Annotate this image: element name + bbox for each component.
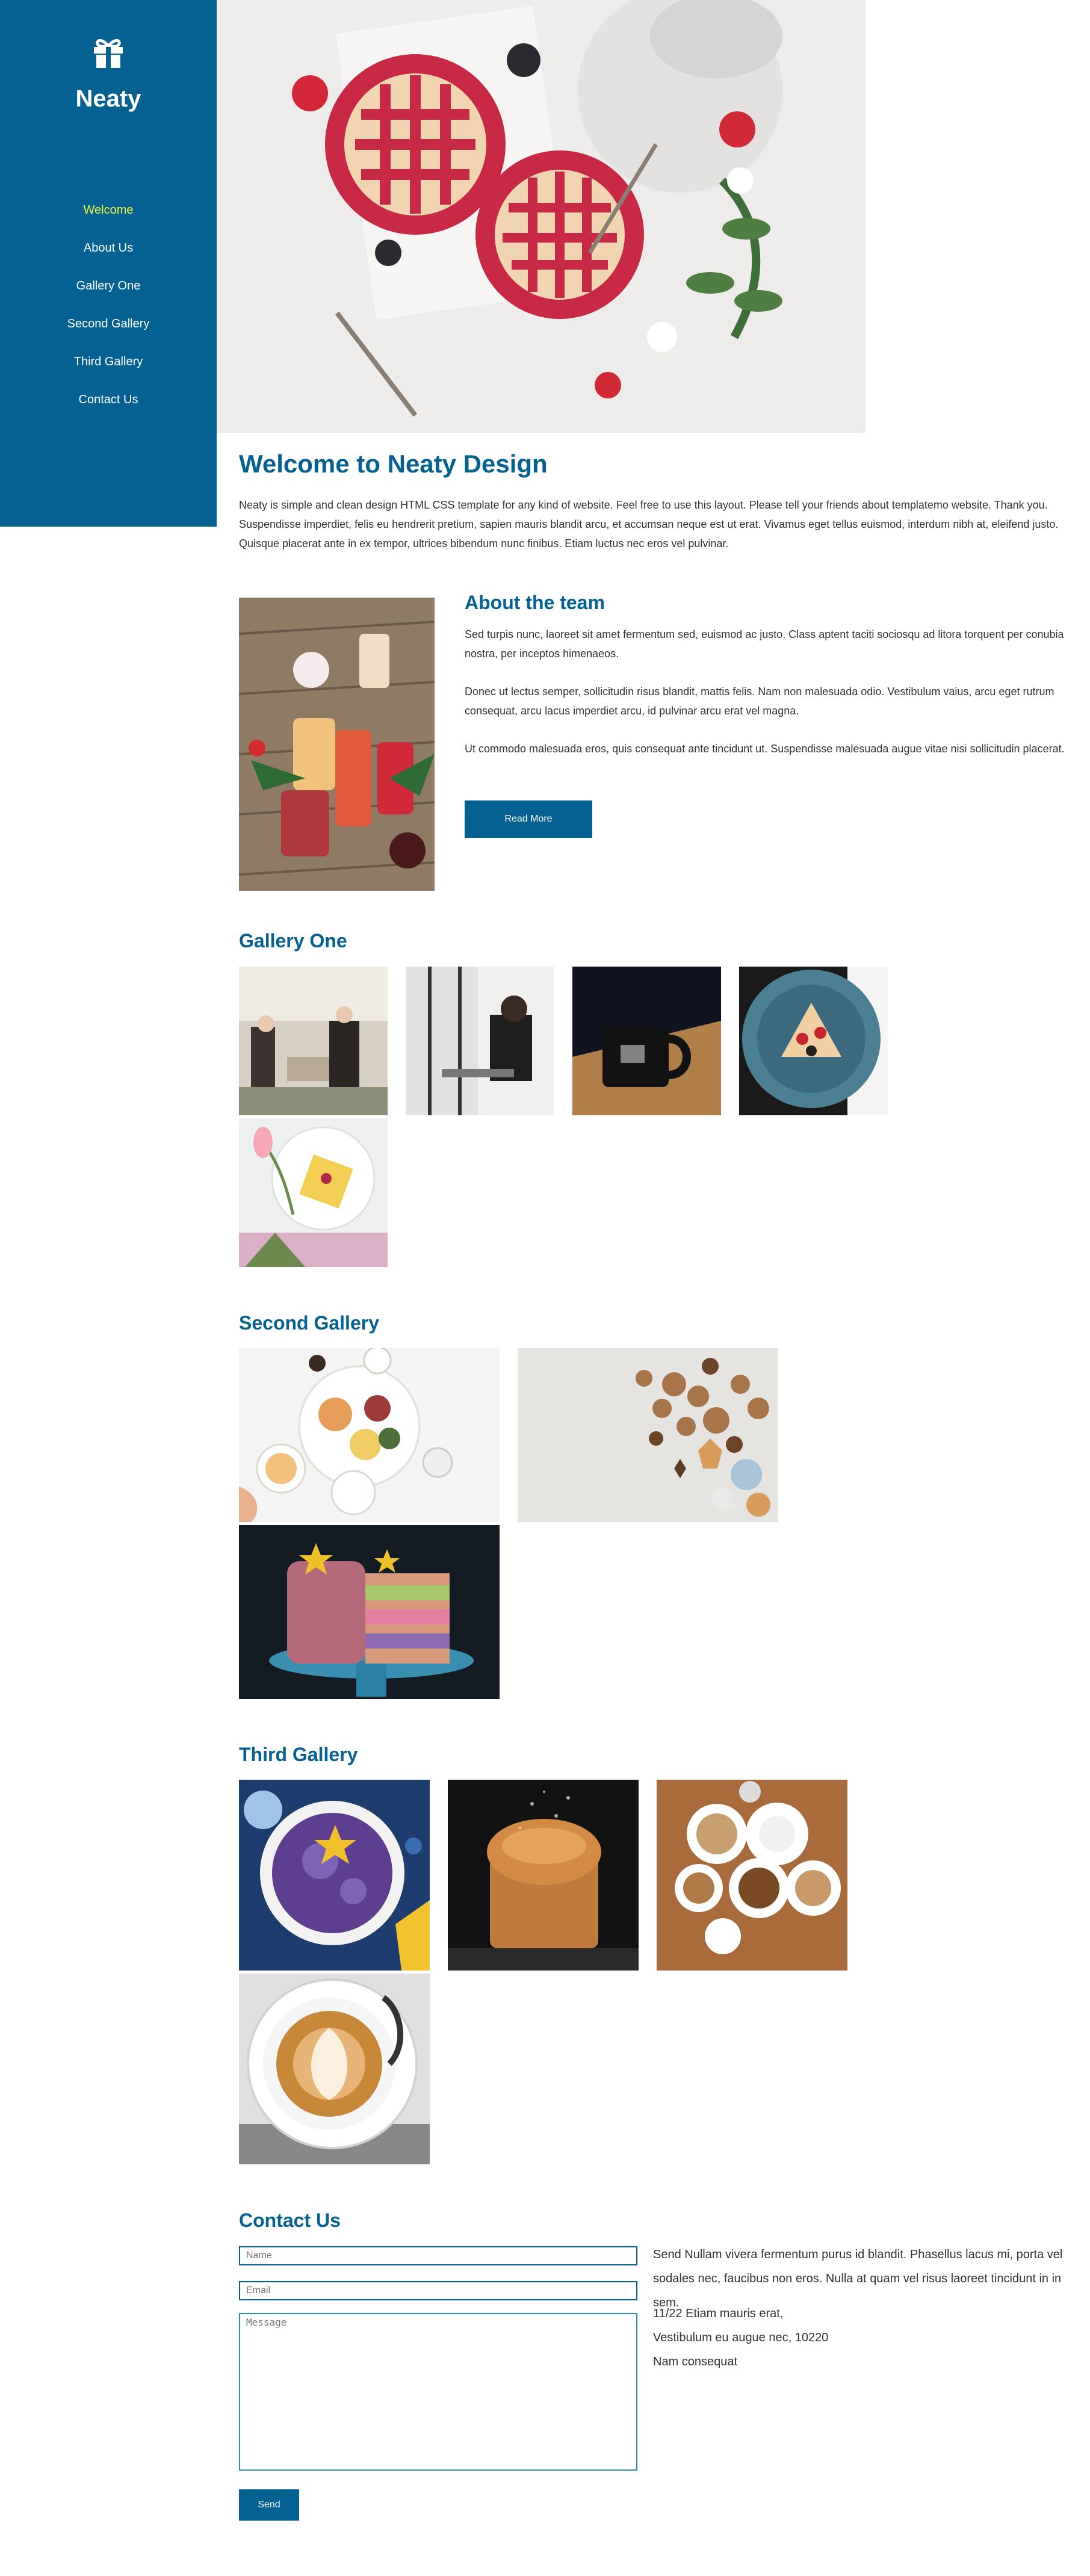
nav-item-second-gallery[interactable]: Second Gallery — [0, 314, 217, 352]
message-textarea[interactable] — [239, 2313, 637, 2471]
team-image — [239, 598, 435, 891]
about-paragraph-1: Sed turpis nunc, laoreet sit amet fermen… — [465, 628, 1064, 660]
gift-icon — [94, 39, 123, 68]
about-paragraph-2: Donec ut lectus semper, sollicitudin ris… — [465, 686, 1054, 717]
address-line-3: Nam consequat — [653, 2355, 738, 2368]
nav-item-contact-us[interactable]: Contact Us — [0, 390, 217, 428]
nav-item-about-us[interactable]: About Us — [0, 238, 217, 276]
gallery-two-title: Second Gallery — [239, 1312, 379, 1334]
gallery-one-image-5[interactable] — [239, 1118, 388, 1267]
read-more-button[interactable]: Read More — [465, 800, 592, 838]
nav-item-gallery-one[interactable]: Gallery One — [0, 276, 217, 314]
hero-image — [217, 0, 865, 433]
name-input[interactable] — [239, 2246, 637, 2265]
email-input[interactable] — [239, 2281, 637, 2300]
nav-item-welcome[interactable]: Welcome — [0, 200, 217, 238]
gallery-one-image-4[interactable] — [739, 967, 888, 1115]
address-line-1: 11/22 Etiam mauris erat, — [653, 2307, 784, 2320]
nav-item-third-gallery[interactable]: Third Gallery — [0, 352, 217, 390]
gallery-one-title: Gallery One — [239, 930, 347, 952]
address-line-2: Vestibulum eu augue nec, 10220 — [653, 2331, 829, 2344]
sidebar: Neaty Welcome About Us Gallery One Secon… — [0, 0, 217, 527]
main-nav: Welcome About Us Gallery One Second Gall… — [0, 200, 217, 428]
gallery-one-image-3[interactable] — [572, 967, 721, 1115]
gallery-two-image-3[interactable] — [239, 1525, 500, 1699]
welcome-title: Welcome to Neaty Design — [239, 450, 548, 478]
brand-name: Neaty — [75, 85, 141, 112]
about-title: About the team — [465, 592, 605, 613]
gallery-two-image-2[interactable] — [518, 1348, 778, 1522]
contact-title: Contact Us — [239, 2209, 341, 2231]
gallery-one-image-2[interactable] — [406, 967, 554, 1115]
gallery-three-image-4[interactable] — [239, 1974, 430, 2164]
gallery-one-image-1[interactable] — [239, 967, 388, 1115]
gallery-three-image-1[interactable] — [239, 1780, 430, 1971]
send-button[interactable]: Send — [239, 2489, 299, 2521]
gallery-three-image-2[interactable] — [448, 1780, 639, 1971]
gallery-three-image-3[interactable] — [657, 1780, 847, 1971]
about-paragraph-3: Ut commodo malesuada eros, quis consequa… — [465, 743, 1065, 755]
gallery-two-image-1[interactable] — [239, 1348, 500, 1522]
gallery-three-title: Third Gallery — [239, 1744, 358, 1765]
welcome-text: Neaty is simple and clean design HTML CS… — [239, 499, 1059, 550]
